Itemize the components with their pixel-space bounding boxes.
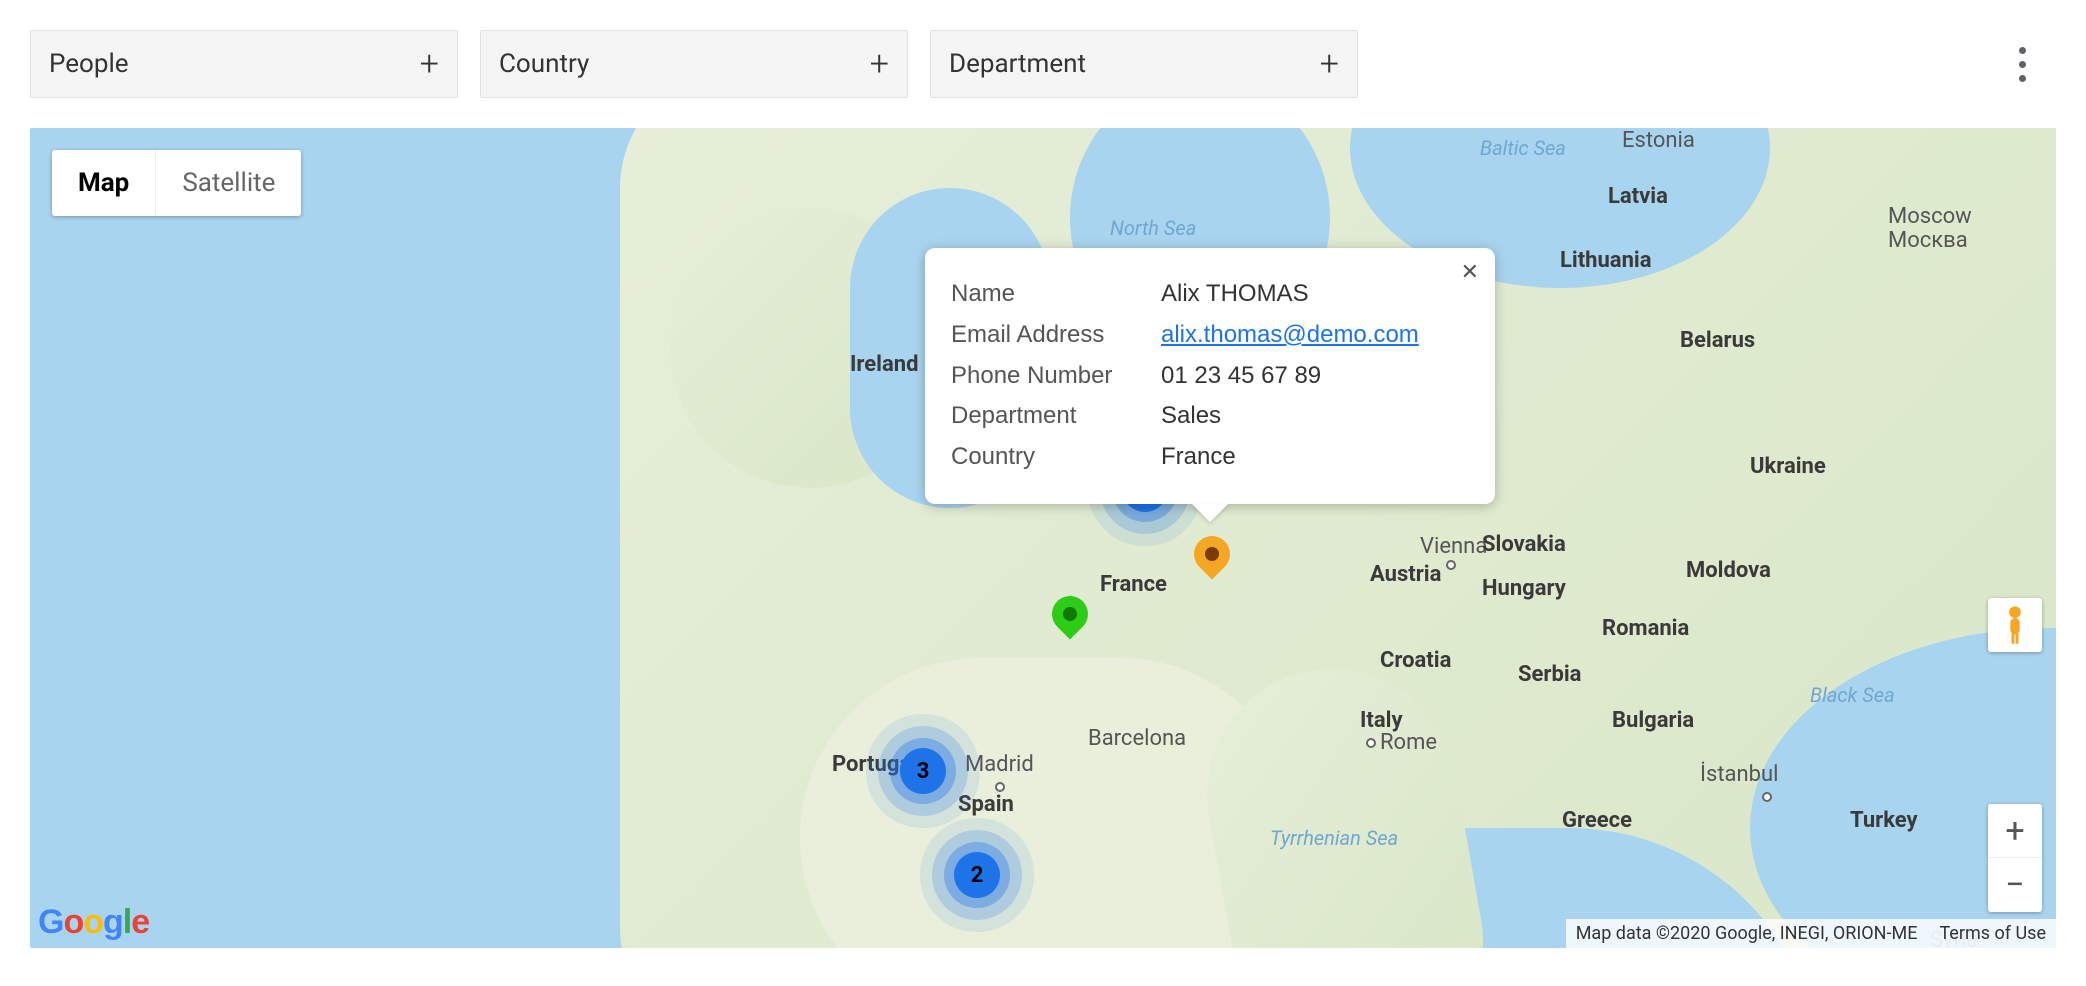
country-label-romania: Romania xyxy=(1602,616,1689,641)
country-label-greece: Greece xyxy=(1562,808,1632,833)
city-dot-istanbul xyxy=(1762,792,1772,802)
pegman-icon xyxy=(2001,605,2029,645)
attribution-data-text: Map data ©2020 Google, INEGI, ORION-ME xyxy=(1576,923,1918,944)
filter-country-label: Country xyxy=(499,49,589,79)
water-label-baltic-sea: Baltic Sea xyxy=(1480,136,1566,160)
country-label-turkey: Turkey xyxy=(1850,808,1918,833)
city-label-vienna: Vienna xyxy=(1420,534,1487,559)
city-label-istanbul: İstanbul xyxy=(1700,762,1778,787)
info-label-phone: Phone Number xyxy=(951,356,1161,397)
country-label-belarus: Belarus xyxy=(1680,328,1755,353)
water-label-black-sea: Black Sea xyxy=(1810,683,1895,707)
city-label-barcelona: Barcelona xyxy=(1088,726,1186,751)
info-window-tail xyxy=(1192,504,1228,522)
country-label-ukraine: Ukraine xyxy=(1750,454,1826,479)
info-row-email: Email Address alix.thomas@demo.com xyxy=(951,315,1459,356)
attribution-terms-link[interactable]: Terms of Use xyxy=(1939,923,2046,944)
city-label-madrid: Madrid xyxy=(965,752,1034,777)
map-type-satellite-tab[interactable]: Satellite xyxy=(156,150,301,216)
city-dot-madrid xyxy=(995,782,1005,792)
zoom-in-button[interactable]: + xyxy=(1988,804,2042,858)
cluster-marker-spain-south[interactable]: 2 xyxy=(954,852,1000,898)
zoom-out-button[interactable]: − xyxy=(1988,858,2042,912)
country-label-slovakia: Slovakia xyxy=(1482,532,1566,557)
info-label-name: Name xyxy=(951,274,1161,315)
water-label-tyrrhenian-sea: Tyrrhenian Sea xyxy=(1270,826,1398,850)
country-label-latvia: Latvia xyxy=(1608,184,1668,209)
info-value-department: Sales xyxy=(1161,396,1221,437)
city-label-moscow-en: Moscow xyxy=(1888,204,1972,229)
info-value-phone: 01 23 45 67 89 xyxy=(1161,356,1321,397)
city-label-rome: Rome xyxy=(1380,730,1437,755)
plus-icon: + xyxy=(870,47,889,81)
info-window-close-button[interactable]: ✕ xyxy=(1461,260,1479,285)
filter-department[interactable]: Department + xyxy=(930,30,1358,98)
info-row-country: Country France xyxy=(951,437,1459,478)
country-label-spain: Spain xyxy=(958,792,1014,817)
info-value-email-link[interactable]: alix.thomas@demo.com xyxy=(1161,321,1419,348)
plus-icon: + xyxy=(1320,47,1339,81)
country-label-ireland: Ireland xyxy=(850,352,918,377)
map-type-control: Map Satellite xyxy=(52,150,301,216)
info-value-name: Alix THOMAS xyxy=(1161,274,1309,315)
plus-icon: + xyxy=(420,47,439,81)
filter-people[interactable]: People + xyxy=(30,30,458,98)
info-row-name: Name Alix THOMAS xyxy=(951,274,1459,315)
country-label-serbia: Serbia xyxy=(1518,662,1581,687)
kebab-icon xyxy=(2019,47,2026,82)
city-dot-rome xyxy=(1366,738,1376,748)
info-row-phone: Phone Number 01 23 45 67 89 xyxy=(951,356,1459,397)
cluster-marker-spain-northwest[interactable]: 3 xyxy=(900,748,946,794)
zoom-control: + − xyxy=(1988,804,2042,912)
google-logo: Google xyxy=(38,903,149,942)
info-window: ✕ Name Alix THOMAS Email Address alix.th… xyxy=(925,248,1495,504)
info-label-department: Department xyxy=(951,396,1161,437)
map-type-map-tab[interactable]: Map xyxy=(52,150,156,216)
city-dot-vienna xyxy=(1446,560,1456,570)
map-canvas[interactable]: North Sea Baltic Sea Tyrrhenian Sea Blac… xyxy=(30,128,2056,948)
filter-country[interactable]: Country + xyxy=(480,30,908,98)
country-label-austria: Austria xyxy=(1370,562,1441,587)
country-label-moldova: Moldova xyxy=(1686,558,1771,583)
map-attribution: Map data ©2020 Google, INEGI, ORION-ME T… xyxy=(1566,919,2056,948)
country-label-bulgaria: Bulgaria xyxy=(1612,708,1694,733)
country-label-estonia: Estonia xyxy=(1622,128,1695,153)
filter-people-label: People xyxy=(49,49,129,79)
city-label-moscow-ru: Москва xyxy=(1888,228,1968,253)
info-label-country: Country xyxy=(951,437,1161,478)
info-value-country: France xyxy=(1161,437,1236,478)
water-label-north-sea: North Sea xyxy=(1110,216,1196,240)
country-label-croatia: Croatia xyxy=(1380,648,1451,673)
info-label-email: Email Address xyxy=(951,315,1161,356)
info-row-department: Department Sales xyxy=(951,396,1459,437)
filter-bar: People + Country + Department + xyxy=(30,30,2056,98)
overflow-menu-button[interactable] xyxy=(1998,40,2046,88)
country-label-france: France xyxy=(1100,572,1167,597)
country-label-lithuania: Lithuania xyxy=(1560,248,1652,273)
streetview-pegman[interactable] xyxy=(1988,598,2042,652)
filter-department-label: Department xyxy=(949,49,1086,79)
country-label-hungary: Hungary xyxy=(1482,576,1566,601)
